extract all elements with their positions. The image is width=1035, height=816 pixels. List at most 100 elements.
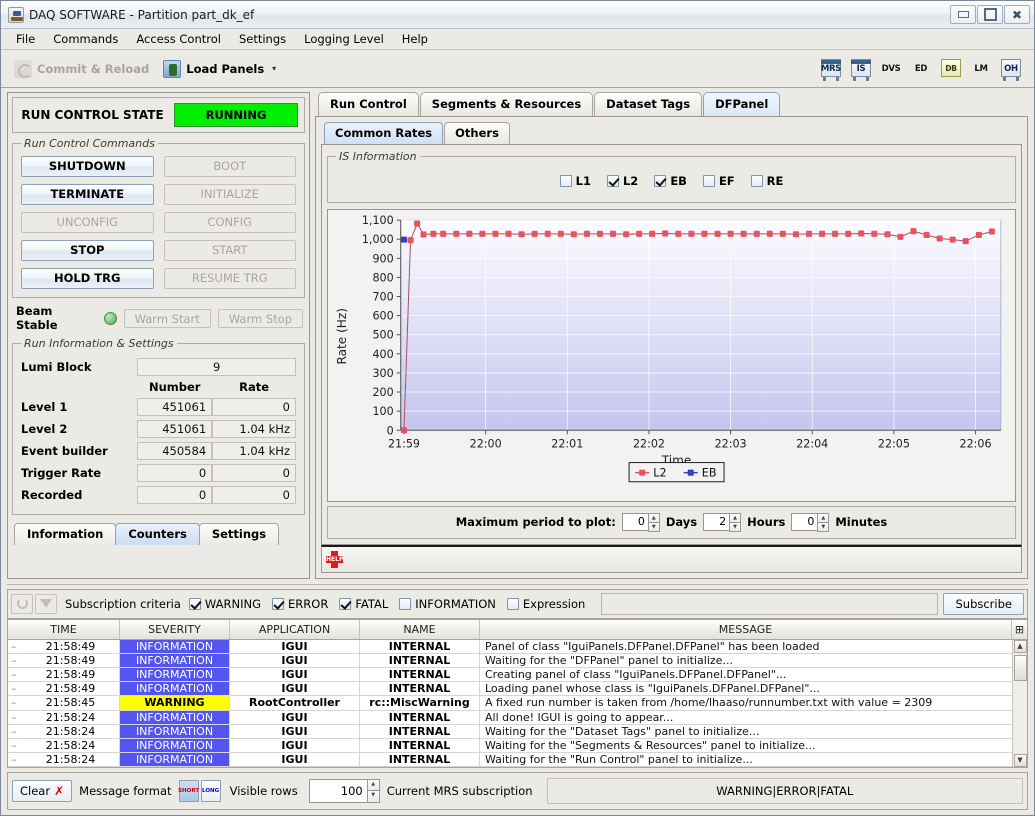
checkbox-box[interactable] [702, 175, 715, 187]
table-row[interactable]: 21:58:45WARNINGRootControllerrc::MiscWar… [8, 696, 1027, 711]
checkbox-box[interactable] [750, 175, 763, 187]
scroll-down-button[interactable]: ▼ [1013, 754, 1027, 767]
rate-chart[interactable]: 0 100 200 300 400 500 600 700 800 900 1,000 1,100 2… [327, 209, 1016, 502]
resume-trg-button[interactable]: RESUME TRG [163, 268, 296, 289]
minutes-increment-button[interactable]: ▲ [817, 512, 830, 523]
table-row[interactable]: 21:58:49INFORMATIONIGUIINTERNALCreating … [8, 668, 1027, 683]
table-row[interactable]: 21:58:49INFORMATIONIGUIINTERNALWaiting f… [8, 654, 1027, 669]
scroll-up-button[interactable]: ▲ [1013, 639, 1027, 653]
column-header-severity[interactable]: SEVERITY [120, 619, 230, 639]
minutes-decrement-button[interactable]: ▼ [817, 522, 830, 532]
criteria-information[interactable]: INFORMATION [399, 597, 496, 611]
criteria-fatal[interactable]: FATAL [339, 597, 388, 611]
table-row[interactable]: 21:58:24INFORMATIONIGUIINTERNALAll done!… [8, 710, 1027, 725]
format-long-button[interactable]: LONG [200, 780, 221, 802]
is-icon[interactable]: IS [849, 57, 873, 81]
menu-file[interactable]: File [7, 30, 44, 48]
checkbox-re[interactable]: RE [750, 174, 783, 188]
days-value[interactable]: 0 [621, 512, 648, 531]
column-header-time[interactable]: TIME [8, 619, 120, 639]
tab-counters[interactable]: Counters [115, 523, 200, 545]
chevron-down-icon[interactable]: ▾ [272, 64, 276, 73]
table-row[interactable]: 21:58:24INFORMATIONIGUIINTERNALWaiting f… [8, 724, 1027, 739]
dvs-icon[interactable]: DVS [879, 57, 903, 81]
subscribe-button[interactable]: Subscribe [943, 592, 1024, 615]
unconfig-button[interactable]: UNCONFIG [21, 212, 154, 233]
table-row[interactable]: 21:58:24INFORMATIONIGUIINTERNALWaiting f… [8, 752, 1027, 767]
format-short-button[interactable]: SHORT [178, 780, 199, 802]
column-header-message[interactable]: MESSAGE [480, 619, 1012, 639]
tab-run-control[interactable]: Run Control [318, 92, 419, 116]
oh-icon[interactable]: OH [999, 57, 1023, 81]
column-header-application[interactable]: APPLICATION [230, 619, 360, 639]
checkbox-l1[interactable]: L1 [559, 174, 591, 188]
table-row[interactable]: 21:58:24INFORMATIONIGUIINTERNALWaiting f… [8, 738, 1027, 753]
days-decrement-button[interactable]: ▼ [647, 522, 660, 532]
checkbox-box[interactable] [272, 597, 285, 610]
tab-segments-resources[interactable]: Segments & Resources [419, 92, 594, 116]
days-increment-button[interactable]: ▲ [647, 512, 660, 523]
hold-trg-button[interactable]: HOLD TRG [21, 268, 154, 289]
tab-dfpanel[interactable]: DFPanel [703, 92, 781, 116]
visible-rows-stepper[interactable]: 100 ▲ ▼ [308, 779, 380, 803]
minutes-value[interactable]: 0 [791, 512, 818, 531]
visible-rows-increment-button[interactable]: ▲ [366, 779, 380, 791]
menu-help[interactable]: Help [393, 30, 437, 48]
clear-button[interactable]: Clear ✗ [12, 780, 73, 802]
close-button[interactable]: ✖ [1004, 5, 1030, 24]
hours-decrement-button[interactable]: ▼ [729, 522, 742, 532]
terminate-button[interactable]: TERMINATE [21, 184, 154, 205]
shutdown-button[interactable]: SHUTDOWN [21, 156, 154, 177]
menu-settings[interactable]: Settings [230, 30, 295, 48]
minimize-button[interactable] [950, 5, 976, 24]
checkbox-l2[interactable]: L2 [606, 174, 638, 188]
help-icon[interactable]: HELP [326, 550, 343, 568]
config-button[interactable]: CONFIG [163, 212, 296, 233]
menu-logging-level[interactable]: Logging Level [295, 30, 393, 48]
menu-access-control[interactable]: Access Control [127, 30, 230, 48]
checkbox-box[interactable] [506, 597, 519, 610]
hours-value[interactable]: 2 [703, 512, 730, 531]
days-stepper[interactable]: 0 ▲ ▼ [621, 512, 660, 532]
db-icon[interactable]: DB [939, 57, 963, 81]
menu-commands[interactable]: Commands [44, 30, 127, 48]
start-button[interactable]: START [163, 240, 296, 261]
maximize-button[interactable] [977, 5, 1003, 24]
expression-input[interactable] [601, 592, 939, 615]
lm-icon[interactable]: LM [969, 57, 993, 81]
criteria-expression[interactable]: Expression [506, 597, 585, 611]
checkbox-box[interactable] [188, 597, 201, 610]
stop-button[interactable]: STOP [21, 240, 154, 261]
hours-increment-button[interactable]: ▲ [729, 512, 742, 523]
table-row[interactable]: 21:58:49INFORMATIONIGUIINTERNALPanel of … [8, 639, 1027, 655]
checkbox-eb[interactable]: EB [654, 174, 687, 188]
checkbox-box[interactable] [559, 175, 572, 187]
commit-and-reload-button[interactable]: Commit & Reload [7, 57, 156, 81]
checkbox-box[interactable] [654, 175, 667, 187]
column-config-icon[interactable]: ⊞ [1012, 620, 1027, 639]
ed-icon[interactable]: ED [909, 57, 933, 81]
checkbox-box[interactable] [339, 597, 352, 610]
criteria-warning[interactable]: WARNING [188, 597, 261, 611]
scroll-thumb[interactable] [1013, 654, 1027, 681]
checkbox-box[interactable] [606, 175, 619, 187]
tab-information[interactable]: Information [14, 523, 117, 545]
tab-others[interactable]: Others [444, 122, 510, 144]
tab-common-rates[interactable]: Common Rates [324, 122, 444, 144]
refresh-icon[interactable] [11, 593, 33, 614]
initialize-button[interactable]: INITIALIZE [163, 184, 296, 205]
table-row[interactable]: 21:58:49INFORMATIONIGUIINTERNALLoading p… [8, 682, 1027, 697]
visible-rows-value[interactable]: 100 [308, 779, 367, 803]
warm-stop-button[interactable]: Warm Stop [217, 308, 303, 328]
checkbox-ef[interactable]: EF [702, 174, 735, 188]
hours-stepper[interactable]: 2 ▲ ▼ [703, 512, 742, 532]
warm-start-button[interactable]: Warm Start [123, 308, 211, 328]
message-scrollbar[interactable]: ▲ ▼ [1012, 639, 1027, 767]
minutes-stepper[interactable]: 0 ▲ ▼ [791, 512, 830, 532]
column-header-name[interactable]: NAME [360, 619, 480, 639]
load-panels-button[interactable]: Load Panels ▾ [156, 57, 283, 81]
filter-icon[interactable] [35, 593, 57, 614]
tab-dataset-tags[interactable]: Dataset Tags [594, 92, 703, 116]
mrs-icon[interactable]: MRS [819, 57, 843, 81]
checkbox-box[interactable] [399, 597, 412, 610]
